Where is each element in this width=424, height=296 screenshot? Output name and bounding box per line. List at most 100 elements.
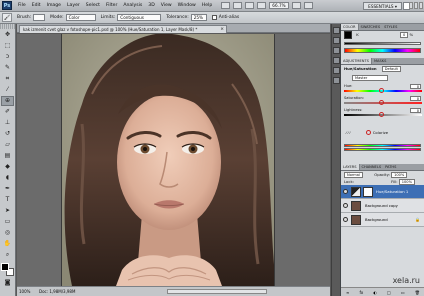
visibility-eye-icon[interactable]: [343, 189, 348, 194]
color-ramp[interactable]: [344, 48, 421, 53]
quick-select-tool-icon[interactable]: ✎: [1, 63, 14, 73]
hand-tool-button[interactable]: [245, 2, 255, 9]
clone-source-panel-icon[interactable]: [332, 57, 340, 64]
marquee-tool-icon[interactable]: ⬚: [1, 41, 14, 51]
eyedropper-icon[interactable]: ⁄ ⁄ ⁄: [346, 130, 350, 135]
workspace-switcher[interactable]: ESSENTIALS ▾: [363, 2, 402, 10]
tab-swatches[interactable]: SWATCHES: [359, 24, 383, 30]
screen-mode-button[interactable]: [303, 2, 313, 9]
color-swatches[interactable]: [0, 263, 15, 277]
pen-tool-icon[interactable]: ✒: [1, 184, 14, 194]
maximize-button[interactable]: [414, 2, 418, 9]
actions-panel-icon[interactable]: [332, 37, 340, 44]
visibility-eye-icon[interactable]: [343, 203, 348, 208]
close-button[interactable]: [419, 2, 423, 9]
layer-thumbnail[interactable]: [351, 215, 361, 225]
lightness-thumb[interactable]: [379, 112, 384, 117]
path-selection-tool-icon[interactable]: ➤: [1, 206, 14, 216]
3d-rotate-tool-icon[interactable]: ◎: [1, 228, 14, 238]
layer-mask-thumbnail[interactable]: [363, 187, 373, 197]
menu-3d[interactable]: 3D: [145, 3, 157, 8]
tab-layers[interactable]: LAYERS: [341, 164, 360, 170]
menu-image[interactable]: Image: [44, 3, 64, 8]
eraser-tool-icon[interactable]: ▱: [1, 140, 14, 150]
status-zoom[interactable]: 100%: [19, 287, 30, 296]
quick-mask-icon[interactable]: ◙: [1, 278, 14, 288]
history-panel-icon[interactable]: [332, 27, 340, 34]
menu-select[interactable]: Select: [83, 3, 103, 8]
antialias-checkbox[interactable]: [211, 15, 217, 20]
close-tab-icon[interactable]: ×: [220, 26, 224, 33]
healing-brush-tool-icon[interactable]: ⊕: [1, 96, 14, 106]
mini-bridge-button[interactable]: [233, 2, 243, 9]
zoom-tool-icon[interactable]: ⌕: [1, 250, 14, 260]
limits-dropdown[interactable]: Contiguous: [117, 14, 162, 21]
foreground-color-swatch[interactable]: [0, 263, 9, 271]
brush-tool-icon[interactable]: ✐: [1, 107, 14, 117]
lightness-value[interactable]: 0: [410, 108, 421, 113]
k-slider[interactable]: [344, 42, 421, 45]
hand-tool-icon[interactable]: ✋: [1, 239, 14, 249]
layer-row[interactable]: Hue/Saturation 1: [341, 185, 424, 199]
eyedropper-tool-icon[interactable]: ⁄: [1, 85, 14, 95]
tolerance-input[interactable]: 25%: [190, 14, 207, 21]
layer-row[interactable]: Background 🔒: [341, 213, 424, 227]
channel-dropdown[interactable]: Master: [352, 75, 388, 81]
crop-tool-icon[interactable]: ⌗: [1, 74, 14, 84]
tab-styles[interactable]: STYLES: [382, 24, 399, 30]
layer-name[interactable]: Background copy: [365, 199, 398, 213]
history-brush-tool-icon[interactable]: ↺: [1, 129, 14, 139]
zoom-tool-button[interactable]: [257, 2, 267, 9]
menu-window[interactable]: Window: [175, 3, 199, 8]
tab-channels[interactable]: CHANNELS: [360, 164, 384, 170]
add-mask-icon[interactable]: □: [387, 290, 391, 295]
portrait-photo[interactable]: [61, 34, 275, 286]
delete-layer-icon[interactable]: 🗑: [415, 290, 420, 295]
clone-stamp-tool-icon[interactable]: ⊥: [1, 118, 14, 128]
tab-masks[interactable]: MASKS: [372, 58, 388, 64]
layer-thumbnail[interactable]: [351, 201, 361, 211]
tab-color[interactable]: COLOR: [341, 24, 359, 30]
layer-style-icon[interactable]: fx: [360, 290, 364, 295]
tab-paths[interactable]: PATHS: [383, 164, 398, 170]
colorize-checkbox[interactable]: [365, 130, 371, 135]
document-tab[interactable]: kak izmenit cvet glaz v fotoshope-pic1.p…: [19, 25, 227, 33]
menu-view[interactable]: View: [158, 3, 175, 8]
dodge-tool-icon[interactable]: ◖: [1, 173, 14, 183]
menu-edit[interactable]: Edit: [29, 3, 44, 8]
saturation-thumb[interactable]: [379, 100, 384, 105]
arrange-documents-button[interactable]: [291, 2, 301, 9]
preset-dropdown[interactable]: Default: [381, 66, 401, 72]
hue-value[interactable]: 0: [410, 84, 421, 89]
canvas-area[interactable]: [17, 34, 330, 286]
adjustment-layer-icon[interactable]: ◐: [373, 290, 377, 295]
toolbox-grip[interactable]: [0, 24, 15, 29]
tool-preset-picker[interactable]: 🖌: [2, 13, 12, 22]
blur-tool-icon[interactable]: ◆: [1, 162, 14, 172]
minimize-button[interactable]: [409, 2, 413, 9]
status-doc-size[interactable]: Doc: 1,98M/3,98M: [39, 287, 75, 296]
move-tool-icon[interactable]: ✥: [1, 30, 14, 40]
layer-row[interactable]: Background copy: [341, 199, 424, 213]
type-tool-icon[interactable]: T: [1, 195, 14, 205]
lasso-tool-icon[interactable]: ↄ: [1, 52, 14, 62]
shape-tool-icon[interactable]: ▭: [1, 217, 14, 227]
hue-thumb[interactable]: [379, 88, 384, 93]
adjustment-layer-thumbnail[interactable]: [351, 187, 361, 197]
color-k-value[interactable]: 0: [399, 32, 409, 38]
menu-layer[interactable]: Layer: [64, 3, 83, 8]
menu-analysis[interactable]: Analysis: [120, 3, 145, 8]
link-layers-icon[interactable]: ∞: [346, 290, 349, 295]
visibility-eye-icon[interactable]: [343, 217, 348, 222]
new-layer-icon[interactable]: ▭: [401, 290, 405, 295]
gradient-tool-icon[interactable]: ▤: [1, 151, 14, 161]
bridge-button[interactable]: [221, 2, 231, 9]
tab-adjustments[interactable]: ADJUSTMENTS: [341, 58, 372, 64]
zoom-level[interactable]: 66.7%: [269, 2, 289, 9]
color-panel-swatch[interactable]: [344, 31, 352, 39]
saturation-value[interactable]: 0: [410, 96, 421, 101]
menu-filter[interactable]: Filter: [103, 3, 120, 8]
mode-dropdown[interactable]: Color: [65, 14, 96, 21]
menu-file[interactable]: File: [15, 3, 29, 8]
brush-picker[interactable]: [33, 14, 46, 21]
